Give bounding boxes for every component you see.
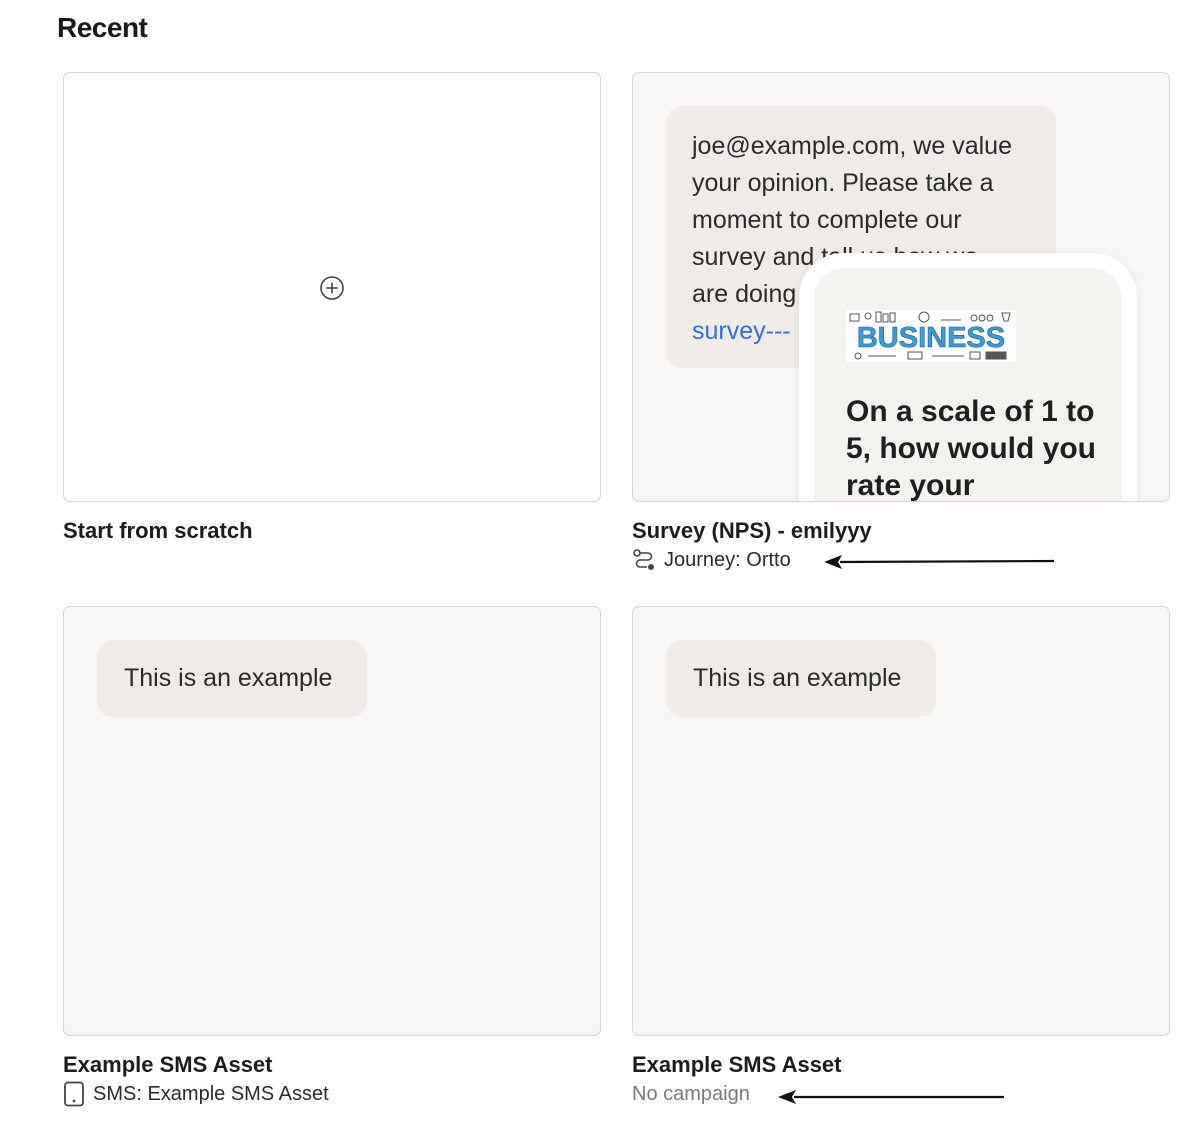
- card-title[interactable]: Example SMS Asset: [632, 1052, 842, 1078]
- sms-message-bubble: This is an example: [666, 640, 936, 717]
- sms-message-bubble: This is an example: [97, 640, 367, 717]
- card-subtitle-text: No campaign: [632, 1083, 750, 1105]
- survey-card[interactable]: joe@example.com, we value your opinion. …: [632, 72, 1170, 502]
- card-subtitle-text: SMS: Example SMS Asset: [93, 1082, 329, 1105]
- business-image-text: BUSINESS: [857, 322, 1005, 354]
- business-image: BUSINESS: [846, 310, 1016, 362]
- card-subtitle: No campaign: [632, 1083, 750, 1106]
- message-line: moment to complete our: [692, 206, 962, 234]
- card-subtitle: SMS: Example SMS Asset: [63, 1081, 329, 1107]
- message-line: your opinion. Please take a: [692, 169, 994, 197]
- plus-circle-icon: [320, 276, 344, 300]
- recent-heading: Recent: [57, 12, 148, 43]
- survey-question: On a scale of 1 to 5, how would you rate…: [846, 395, 1096, 502]
- card-title[interactable]: Start from scratch: [63, 518, 253, 544]
- card-subtitle-text: Journey: Ortto: [664, 548, 791, 571]
- message-line: joe@example.com, we value: [692, 132, 1012, 160]
- journey-icon: [633, 549, 654, 570]
- survey-popup-content: BUSINESS On a scale of 1 to 5, how would…: [814, 268, 1122, 502]
- card-subtitle: Journey: Ortto: [632, 548, 791, 572]
- start-from-scratch-card[interactable]: [63, 72, 601, 502]
- phone-icon: [64, 1081, 84, 1107]
- sms-asset-card[interactable]: This is an example: [63, 606, 601, 1036]
- survey-popup-preview: BUSINESS On a scale of 1 to 5, how would…: [799, 253, 1137, 502]
- card-title[interactable]: Survey (NPS) - emilyyy: [632, 518, 872, 544]
- annotation-arrow: [778, 1090, 1004, 1104]
- sms-asset-card[interactable]: This is an example: [632, 606, 1170, 1036]
- card-title[interactable]: Example SMS Asset: [63, 1052, 273, 1078]
- annotation-arrow: [824, 555, 1055, 569]
